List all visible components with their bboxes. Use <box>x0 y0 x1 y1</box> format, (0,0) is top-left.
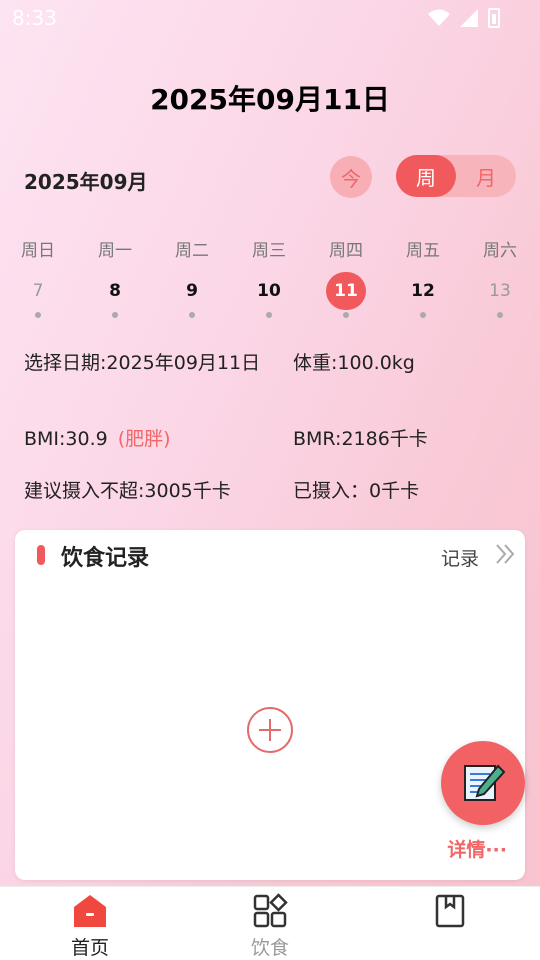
day-number: 9 <box>186 281 198 301</box>
consumed-text: 已摄入：0千卡 <box>293 480 420 502</box>
grid-icon <box>253 893 288 928</box>
day-cell[interactable]: 13 <box>480 272 520 318</box>
double-chevron-right-icon[interactable] <box>493 542 517 566</box>
day-cell[interactable]: 12 <box>403 272 443 318</box>
signal-icon <box>460 9 478 27</box>
book-icon <box>435 894 465 928</box>
day-cell[interactable]: 7 <box>18 272 58 318</box>
weekday-label: 周三 <box>252 241 286 261</box>
day-cell[interactable]: 9 <box>172 272 212 318</box>
weekday-label: 周日 <box>21 241 55 261</box>
note-fab-button[interactable] <box>441 741 525 825</box>
weight-text: 体重:100.0kg <box>293 352 415 374</box>
bmi-category-tag: (肥胖) <box>117 428 171 450</box>
tab-book[interactable] <box>390 887 510 960</box>
bmi-text: BMI:30.9 <box>24 428 108 450</box>
month-label[interactable]: 2025年09月 <box>24 166 148 195</box>
status-bar: 8:33 <box>0 0 540 36</box>
page-title: 2025年09月11日 <box>150 83 390 116</box>
bmi-row: BMI:30.9 (肥胖) <box>24 426 171 452</box>
notepad-pencil-icon <box>464 764 506 801</box>
day-dot <box>35 312 41 318</box>
record-link[interactable]: 记录 <box>441 544 479 571</box>
tab-label: 首页 <box>70 937 109 959</box>
view-toggle: 周 月 <box>396 155 516 197</box>
day-cell[interactable]: 8 <box>95 272 135 318</box>
tab-diet[interactable]: 饮食 <box>210 887 330 960</box>
title-accent-bar <box>37 545 45 565</box>
day-dot <box>420 312 426 318</box>
battery-icon <box>488 8 500 28</box>
today-button[interactable]: 今 <box>330 156 372 198</box>
day-number: 12 <box>411 281 435 301</box>
diet-record-card: 饮食记录 记录 详情··· <box>15 530 525 880</box>
detail-link[interactable]: 详情··· <box>447 835 507 862</box>
weekday-label: 周四 <box>329 241 363 261</box>
wifi-icon <box>428 9 450 26</box>
status-icons <box>428 8 500 28</box>
day-dot <box>497 312 503 318</box>
bmr-text: BMR:2186千卡 <box>293 428 428 450</box>
week-view-button[interactable]: 周 <box>396 155 456 197</box>
day-dot <box>112 312 118 318</box>
weekday-label: 周五 <box>406 241 440 261</box>
selected-date-text: 选择日期:2025年09月11日 <box>24 352 261 374</box>
day-cell[interactable]: 10 <box>249 272 289 318</box>
bottom-tab-bar: 首页 饮食 <box>0 886 540 960</box>
day-dot <box>343 312 349 318</box>
day-row: 7 8 9 10 11 12 13 <box>0 272 540 322</box>
weekday-label: 周二 <box>175 241 209 261</box>
card-title: 饮食记录 <box>61 546 150 571</box>
day-number: 11 <box>326 272 366 310</box>
day-dot <box>189 312 195 318</box>
weekday-row: 周日 周一 周二 周三 周四 周五 周六 <box>0 236 540 261</box>
tab-label: 饮食 <box>250 937 289 959</box>
day-cell[interactable]: 11 <box>326 272 366 318</box>
home-icon <box>74 895 106 927</box>
add-circle-icon[interactable] <box>246 706 294 754</box>
day-dot <box>266 312 272 318</box>
weekday-label: 周六 <box>483 241 517 261</box>
weekday-label: 周一 <box>98 241 132 261</box>
day-number: 10 <box>257 281 281 301</box>
day-number: 13 <box>489 281 511 301</box>
day-number: 7 <box>32 281 44 301</box>
tab-home[interactable]: 首页 <box>30 887 150 960</box>
status-time: 8:33 <box>12 6 57 30</box>
month-view-button[interactable]: 月 <box>456 155 516 197</box>
suggested-intake-text: 建议摄入不超:3005千卡 <box>24 480 231 502</box>
day-number: 8 <box>109 281 121 301</box>
